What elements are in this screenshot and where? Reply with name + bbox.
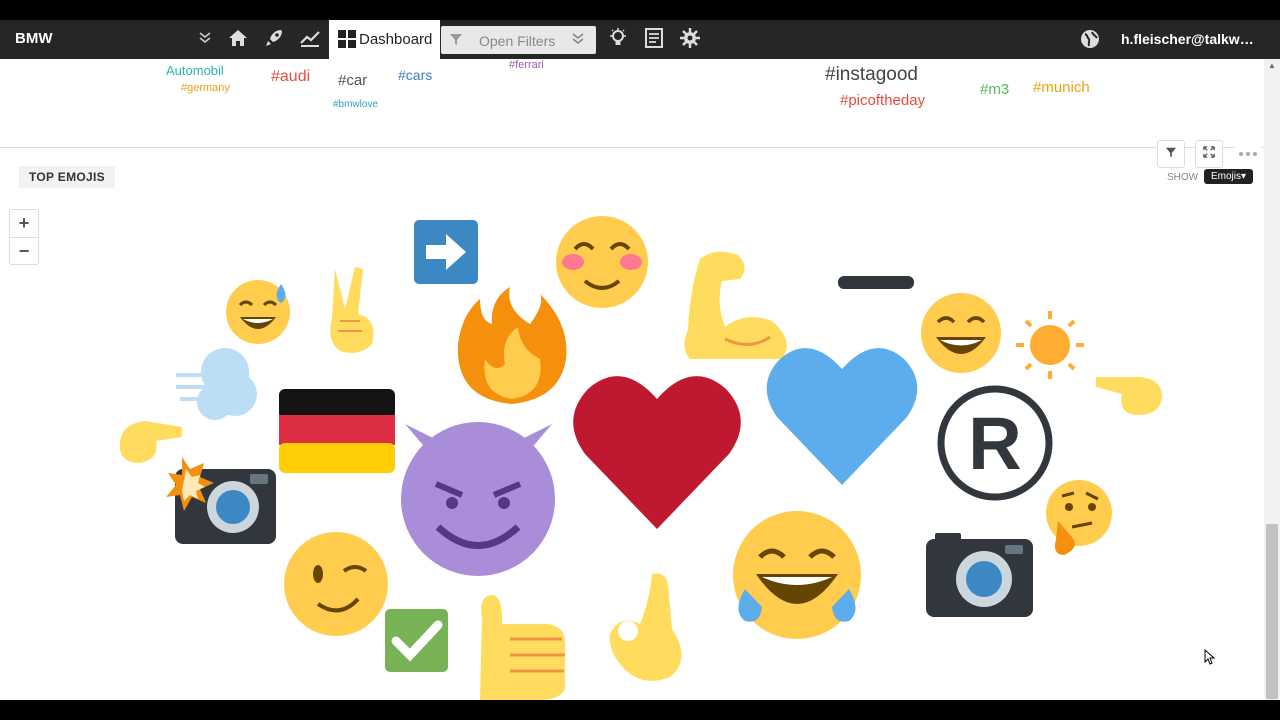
tab-dashboard-label: Dashboard [359,31,433,48]
bulb-icon[interactable] [607,27,633,53]
thinking-emoji[interactable] [1046,480,1112,555]
sun-emoji[interactable] [1016,311,1084,379]
flexed-biceps-emoji[interactable] [684,251,787,359]
top-navbar: BMW Dashboard Open Filters h.fleischer@t… [0,20,1280,59]
vertical-scrollbar[interactable]: ▲ [1264,59,1280,700]
german-flag-emoji[interactable] [279,389,395,473]
open-filters-button[interactable]: Open Filters [441,26,596,54]
mouse-cursor-icon [1204,649,1216,665]
dashboard-grid-icon [338,30,356,48]
smiling-imp-emoji[interactable] [401,422,555,576]
home-icon[interactable] [227,27,253,53]
registered-emoji[interactable]: R [937,385,1053,501]
brand-name[interactable]: BMW [15,30,53,47]
chart-icon[interactable] [299,27,325,53]
red-heart-emoji[interactable] [573,376,741,529]
victory-hand-emoji[interactable] [330,267,374,353]
pointing-right-emoji[interactable] [119,421,182,463]
dashboard-content: Automobil #germany #audi #car #cars #bmw… [0,59,1264,700]
camera-emoji[interactable] [926,533,1033,617]
grin-emoji[interactable] [921,293,1001,373]
camera-flash-emoji[interactable] [166,457,276,544]
fire-emoji[interactable] [457,287,567,404]
arrow-right-emoji[interactable] [414,220,478,284]
sweat-smile-emoji[interactable] [226,280,290,344]
rocket-icon[interactable] [263,27,289,53]
chevron-down-icon [571,29,585,52]
open-filters-label: Open Filters [479,33,556,49]
wink-emoji[interactable] [284,532,388,636]
scroll-up-icon[interactable]: ▲ [1268,61,1276,70]
dash-emoji[interactable] [176,348,257,420]
svg-text:R: R [968,402,1021,485]
globe-icon[interactable] [1080,29,1100,49]
minus-emoji[interactable] [838,276,914,289]
scrollbar-thumb[interactable] [1266,524,1278,699]
blush-emoji[interactable] [556,216,648,308]
filter-icon [449,32,463,49]
ok-hand-emoji[interactable] [609,573,682,681]
check-mark-emoji[interactable] [385,609,448,672]
joy-emoji[interactable] [733,511,861,639]
tab-dashboard[interactable]: Dashboard [329,20,440,59]
user-account-menu[interactable]: h.fleischer@talkwalke... [1121,31,1261,47]
report-icon[interactable] [643,27,669,53]
blue-heart-emoji[interactable] [766,348,918,485]
emoji-cloud: R [119,216,1162,700]
pointing-right-emoji[interactable] [1096,377,1162,415]
thumbs-up-emoji[interactable] [480,594,566,700]
gear-icon[interactable] [679,27,705,53]
project-chevron-icon[interactable] [198,30,212,47]
